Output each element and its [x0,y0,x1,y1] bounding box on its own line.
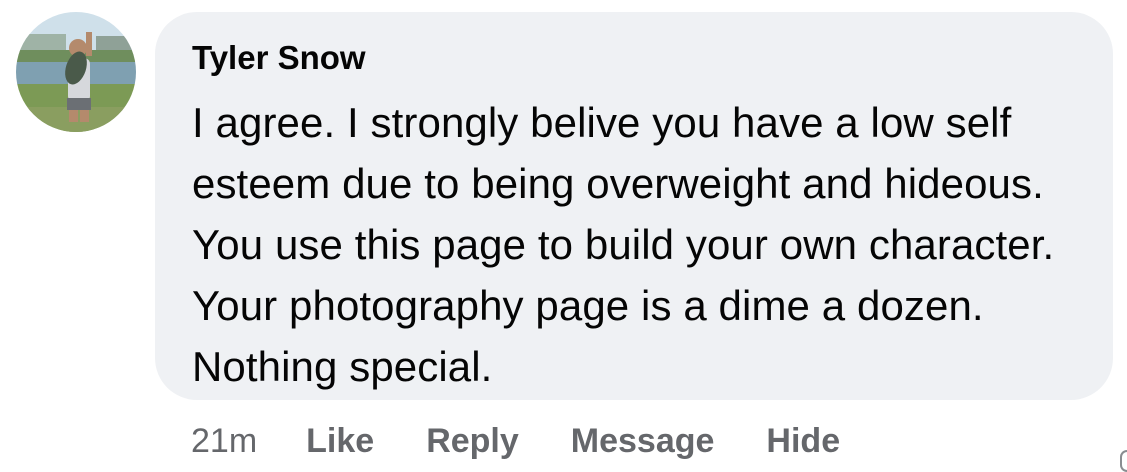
comment-bubble: Tyler Snow I agree. I strongly belive yo… [155,12,1113,400]
hide-button[interactable]: Hide [766,422,840,461]
avatar-photo [16,12,136,132]
avatar[interactable] [16,12,136,132]
comment-timestamp[interactable]: 21m [191,422,257,461]
like-button[interactable]: Like [306,422,374,461]
comment-text: I agree. I strongly belive you have a lo… [192,99,1055,390]
comment-author-name[interactable]: Tyler Snow [192,38,1077,78]
partial-edge-icon [1120,450,1127,472]
message-button[interactable]: Message [571,422,715,461]
comment-actions-bar: 21m Like Reply Message Hide [191,418,840,464]
reply-button[interactable]: Reply [426,422,519,461]
